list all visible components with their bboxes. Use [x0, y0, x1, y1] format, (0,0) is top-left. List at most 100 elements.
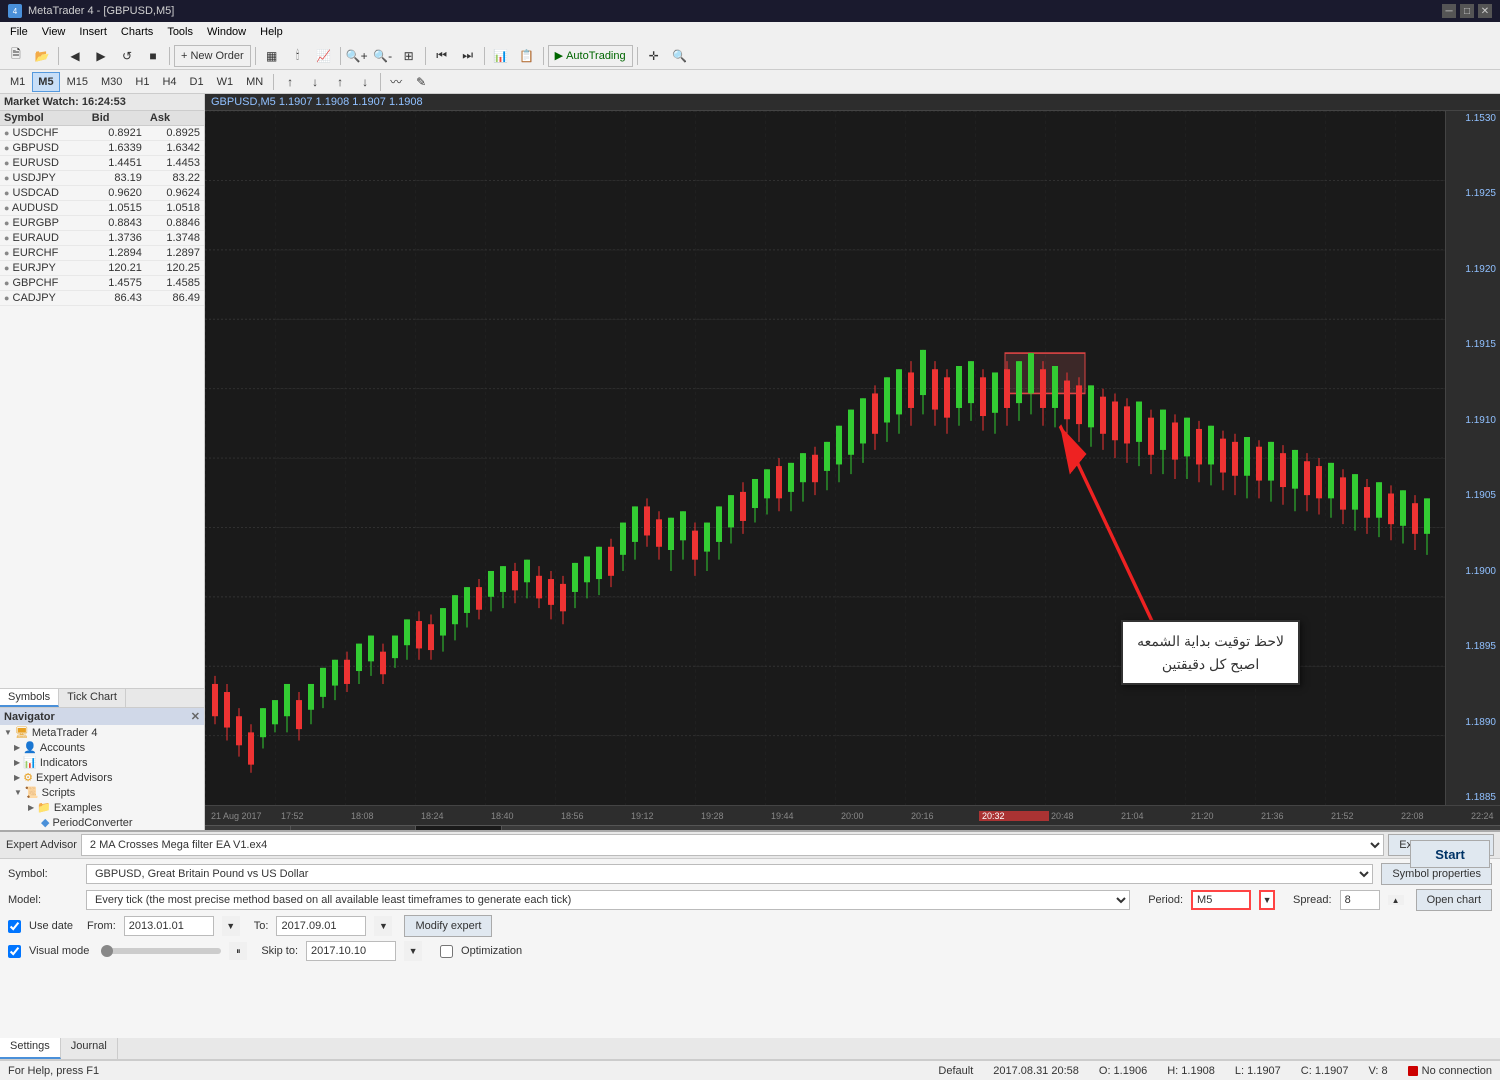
market-watch-row[interactable]: ● USDCHF 0.8921 0.8925	[0, 126, 204, 141]
visual-mode-checkbox[interactable]	[8, 945, 21, 958]
tf-indicators-btn[interactable]: 〰	[384, 71, 408, 93]
zoom-in-button[interactable]: 🔍+	[345, 45, 369, 67]
menu-view[interactable]: View	[36, 22, 72, 42]
new-button[interactable]: 🗎	[4, 45, 28, 67]
market-watch-row[interactable]: ● USDJPY 83.19 83.22	[0, 171, 204, 186]
market-watch-row[interactable]: ● EURUSD 1.4451 1.4453	[0, 156, 204, 171]
menu-charts[interactable]: Charts	[115, 22, 159, 42]
restore-button[interactable]: □	[1460, 4, 1474, 18]
left-scroll[interactable]: ⏮	[430, 45, 454, 67]
expand-icon: ▶	[14, 758, 20, 767]
open-chart-button[interactable]: Open chart	[1416, 889, 1492, 911]
from-date-picker[interactable]: ▼	[222, 916, 240, 936]
nav-examples[interactable]: ▶ 📁 Examples	[0, 800, 204, 815]
market-watch-row[interactable]: ● GBPUSD 1.6339 1.6342	[0, 141, 204, 156]
menu-insert[interactable]: Insert	[73, 22, 113, 42]
to-date-input[interactable]	[276, 916, 366, 936]
tf-period-down[interactable]: ↓	[303, 71, 327, 93]
nav-accounts[interactable]: ▶ 👤 Accounts	[0, 740, 204, 755]
chart-bar-button[interactable]: ▦	[260, 45, 284, 67]
title-bar-controls[interactable]: ─ □ ✕	[1442, 4, 1492, 18]
tf-d1[interactable]: D1	[184, 72, 210, 92]
market-watch-row[interactable]: ● GBPCHF 1.4575 1.4585	[0, 276, 204, 291]
to-date-picker[interactable]: ▼	[374, 916, 392, 936]
tf-m5[interactable]: M5	[32, 72, 59, 92]
navigator-close-button[interactable]: ✕	[191, 710, 200, 723]
market-watch-row[interactable]: ● EURAUD 1.3736 1.3748	[0, 231, 204, 246]
symbol-cell: ● GBPUSD	[0, 141, 88, 156]
market-watch-row[interactable]: ● EURGBP 0.8843 0.8846	[0, 216, 204, 231]
start-button[interactable]: Start	[1410, 840, 1490, 868]
close-button[interactable]: ✕	[1478, 4, 1492, 18]
tf-mn[interactable]: MN	[240, 72, 269, 92]
nav-scripts[interactable]: ▼ 📜 Scripts	[0, 785, 204, 800]
refresh-button[interactable]: ↺	[115, 45, 139, 67]
st-tab-journal[interactable]: Journal	[61, 1038, 118, 1059]
market-watch-row[interactable]: ● AUDUSD 1.0515 1.0518	[0, 201, 204, 216]
tf-objects-btn[interactable]: ✎	[409, 71, 433, 93]
period-input[interactable]	[1191, 890, 1251, 910]
nav-indicators[interactable]: ▶ 📊 Indicators	[0, 755, 204, 770]
from-date-input[interactable]	[124, 916, 214, 936]
tf-w1[interactable]: W1	[211, 72, 240, 92]
pause-button[interactable]: ⏸	[229, 942, 247, 960]
period-dropdown-btn[interactable]: ▼	[1259, 890, 1275, 910]
menu-file[interactable]: File	[4, 22, 34, 42]
zoom-out-button[interactable]: 🔍-	[371, 45, 395, 67]
chart-canvas[interactable]: 1.1530 1.1925 1.1920 1.1915 1.1910 1.190…	[205, 111, 1500, 805]
use-date-checkbox[interactable]	[8, 920, 21, 933]
tf-chart-down[interactable]: ↓	[353, 71, 377, 93]
indicator-button[interactable]: 📊	[489, 45, 513, 67]
right-scroll[interactable]: ⏭	[456, 45, 480, 67]
tf-m1[interactable]: M1	[4, 72, 31, 92]
optimization-checkbox[interactable]	[440, 945, 453, 958]
autotrading-button[interactable]: ▶ AutoTrading	[548, 45, 633, 67]
tf-period-up[interactable]: ↑	[278, 71, 302, 93]
nav-period-converter[interactable]: ◆ PeriodConverter	[0, 815, 204, 830]
forward-button[interactable]: ▶	[89, 45, 113, 67]
menu-tools[interactable]: Tools	[161, 22, 199, 42]
new-order-button[interactable]: + New Order	[174, 45, 251, 67]
st-tab-settings[interactable]: Settings	[0, 1038, 61, 1059]
crosshair-button[interactable]: ✛	[642, 45, 666, 67]
symbol-select[interactable]: GBPUSD, Great Britain Pound vs US Dollar	[86, 864, 1373, 884]
market-watch-row[interactable]: ● EURJPY 120.21 120.25	[0, 261, 204, 276]
line-button[interactable]: 📈	[312, 45, 336, 67]
tf-chart-up[interactable]: ↑	[328, 71, 352, 93]
grid-button[interactable]: ⊞	[397, 45, 421, 67]
tooltip-line1: لاحظ توقيت بداية الشمعه	[1137, 630, 1284, 652]
menu-help[interactable]: Help	[254, 22, 289, 42]
candle-button[interactable]: 🕯	[286, 45, 310, 67]
time-axis: 21 Aug 2017 17:52 18:08 18:24 18:40 18:5…	[205, 805, 1500, 825]
expert-advisor-dropdown[interactable]: 2 MA Crosses Mega filter EA V1.ex4	[81, 834, 1384, 856]
tf-m30[interactable]: M30	[95, 72, 128, 92]
spread-up-btn[interactable]: ▲	[1388, 895, 1404, 905]
template-button[interactable]: 📋	[515, 45, 539, 67]
left-panel: Market Watch: 16:24:53 Symbol Bid Ask ● …	[0, 94, 205, 830]
tf-m15[interactable]: M15	[61, 72, 94, 92]
nav-expert-advisors[interactable]: ▶ ⚙ Expert Advisors	[0, 770, 204, 785]
market-watch-row[interactable]: ● EURCHF 1.2894 1.2897	[0, 246, 204, 261]
skip-to-input[interactable]	[306, 941, 396, 961]
skip-to-picker[interactable]: ▼	[404, 941, 422, 961]
tab-symbols[interactable]: Symbols	[0, 689, 59, 707]
navigator-header: Navigator ✕	[0, 708, 204, 725]
speed-slider[interactable]	[101, 948, 221, 954]
search-button[interactable]: 🔍	[668, 45, 692, 67]
minimize-button[interactable]: ─	[1442, 4, 1456, 18]
tab-tick-chart[interactable]: Tick Chart	[59, 689, 126, 707]
tf-h4[interactable]: H4	[156, 72, 182, 92]
stop-button[interactable]: ■	[141, 45, 165, 67]
market-watch-row[interactable]: ● USDCAD 0.9620 0.9624	[0, 186, 204, 201]
modify-expert-button[interactable]: Modify expert	[404, 915, 492, 937]
open-button[interactable]: 📂	[30, 45, 54, 67]
back-button[interactable]: ◀	[63, 45, 87, 67]
ask-cell: 0.8846	[146, 216, 204, 231]
market-watch-row[interactable]: ● CADJPY 86.43 86.49	[0, 291, 204, 306]
menu-window[interactable]: Window	[201, 22, 252, 42]
model-select[interactable]: Every tick (the most precise method base…	[86, 890, 1130, 910]
market-watch-scroll[interactable]: Symbol Bid Ask ● USDCHF 0.8921 0.8925 ● …	[0, 111, 204, 688]
nav-metatrader4[interactable]: ▼ 🖥 MetaTrader 4	[0, 725, 204, 740]
tf-h1[interactable]: H1	[129, 72, 155, 92]
spread-input[interactable]	[1340, 890, 1380, 910]
